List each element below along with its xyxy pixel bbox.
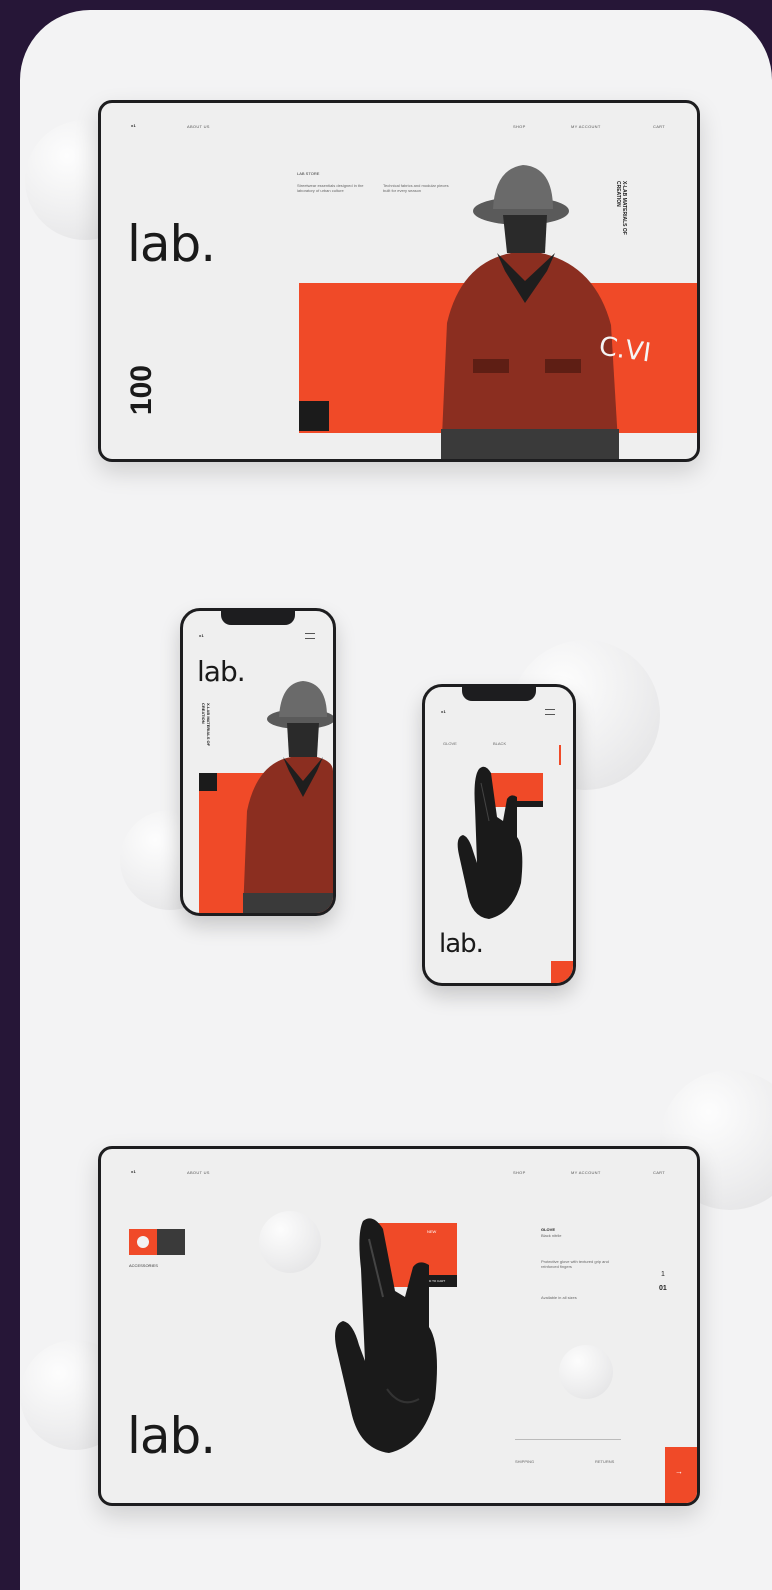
jacket-pocket [545, 359, 581, 373]
jacket-hem [441, 429, 619, 459]
footer-divider [515, 1439, 621, 1440]
product-desc-1: Protective glove with textured grip and … [541, 1259, 609, 1269]
desktop-product-screen: x1 ABOUT US SHOP MY ACCOUNT CART ACCESSO… [98, 1146, 700, 1506]
product-desc-2: Available in all sizes [541, 1295, 577, 1300]
glove-icon [335, 1218, 437, 1453]
footer-right[interactable]: RETURNS [595, 1459, 614, 1464]
model-figure [441, 165, 619, 459]
phone-product-screen: x1 GLOVE BLACK lab. [422, 684, 576, 986]
jacket-pocket [473, 359, 509, 373]
footer-left[interactable]: SHIPPING [515, 1459, 534, 1464]
phone-hero-screen: x1 lab. X-LAB MATERIALS OF CREATION [180, 608, 336, 916]
pager-top[interactable]: 1 [661, 1271, 665, 1278]
desktop-hero-screen: x1 ABOUT US SHOP MY ACCOUNT CART LAB STO… [98, 100, 700, 462]
phone-product-wordmark[interactable]: lab. [439, 929, 484, 959]
hero-side-caption: X-LAB MATERIALS OF CREATION [615, 181, 627, 235]
cta-arrow-icon[interactable]: → [675, 1467, 683, 1476]
pager-bottom[interactable]: 01 [659, 1285, 667, 1292]
product-sub: Black nitrile [541, 1233, 562, 1238]
hat-crown [493, 165, 553, 209]
showcase-card: x1 ABOUT US SHOP MY ACCOUNT CART LAB STO… [20, 10, 772, 1590]
phone-product-cta[interactable] [551, 961, 573, 983]
product-title: GLOVE [541, 1227, 556, 1232]
face-mask [503, 215, 547, 253]
phone-model-figure [243, 681, 333, 913]
